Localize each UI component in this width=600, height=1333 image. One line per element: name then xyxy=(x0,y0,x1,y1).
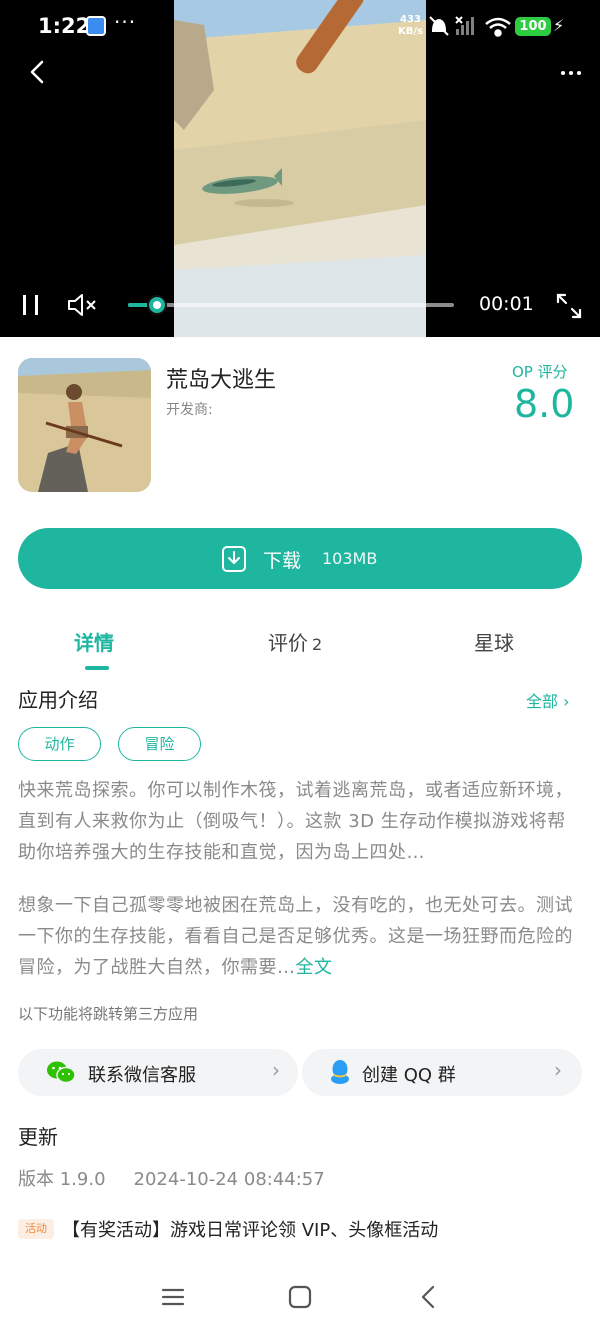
download-size: 103MB xyxy=(322,549,378,568)
network-speed-unit: KB/s xyxy=(398,26,423,37)
chevron-right-icon: › xyxy=(272,1058,280,1082)
home-button[interactable] xyxy=(285,1282,315,1312)
wechat-icon xyxy=(47,1061,76,1084)
intro-title: 应用介绍 xyxy=(18,688,98,712)
pause-icon xyxy=(23,295,38,315)
version-number: 版本 1.9.0 xyxy=(18,1169,106,1190)
tab-details[interactable]: 详情 xyxy=(74,627,114,656)
qq-icon xyxy=(331,1060,349,1084)
intro-paragraph-2: 想象一下自己孤零零地被困在荒岛上，没有吃的，也无处可去。测试一下你的生存技能，看… xyxy=(18,890,584,983)
menu-icon xyxy=(161,1288,185,1306)
status-icons xyxy=(428,14,512,44)
wechat-service-button[interactable]: 联系微信客服 › xyxy=(18,1049,298,1096)
intro-paragraph-1: 快来荒岛探索。你可以制作木筏，试着逃离荒岛，或者适应新环境，直到有人来救你为止（… xyxy=(18,780,573,863)
tab-planet-label: 星球 xyxy=(474,631,514,655)
no-signal-icon xyxy=(455,16,474,35)
tag-action[interactable]: 动作 xyxy=(18,727,101,761)
status-bar: 1:22 ··· 433 KB/s 100 ⚡ xyxy=(0,0,600,56)
see-all-link[interactable]: 全部 › xyxy=(526,688,570,712)
mute-bell-icon xyxy=(429,16,449,36)
notification-app-icon xyxy=(86,16,106,36)
pause-button[interactable] xyxy=(20,292,42,318)
network-speed-value: 433 xyxy=(400,14,421,25)
back-arrow-icon xyxy=(421,1285,435,1309)
tab-details-label: 详情 xyxy=(74,631,114,655)
download-icon xyxy=(222,546,246,572)
status-time: 1:22 xyxy=(38,14,91,38)
download-label: 下载 xyxy=(263,550,302,572)
home-square-icon xyxy=(288,1285,312,1309)
video-progress-bar[interactable] xyxy=(128,295,454,315)
app-name: 荒岛大逃生 xyxy=(166,368,277,393)
rating-value: 8.0 xyxy=(514,382,575,426)
qq-group-button[interactable]: 创建 QQ 群 › xyxy=(302,1049,582,1096)
download-button[interactable]: 下载 103MB xyxy=(18,528,582,589)
muted-speaker-icon xyxy=(68,294,96,316)
recent-apps-button[interactable] xyxy=(158,1282,188,1312)
more-notifications-icon: ··· xyxy=(114,10,137,34)
battery-indicator: 100 xyxy=(515,17,551,36)
tab-reviews-count: 2 xyxy=(312,635,323,654)
network-speed: 433 KB/s xyxy=(398,14,423,38)
update-title: 更新 xyxy=(18,1125,58,1149)
mute-button[interactable] xyxy=(66,292,100,318)
chevron-right-icon: › xyxy=(554,1058,562,1082)
more-options-button[interactable] xyxy=(556,58,586,88)
video-progress-knob[interactable] xyxy=(147,295,168,315)
video-player[interactable]: 1:22 ··· 433 KB/s 100 ⚡ 00:01 xyxy=(0,0,600,337)
active-tab-indicator xyxy=(85,666,109,670)
chevron-left-icon xyxy=(30,60,44,84)
activity-badge: 活动 xyxy=(18,1219,54,1239)
app-icon xyxy=(18,358,151,492)
charging-icon: ⚡ xyxy=(553,16,565,35)
qq-group-label: 创建 QQ 群 xyxy=(362,1065,456,1086)
third-party-note: 以下功能将跳转第三方应用 xyxy=(18,1005,199,1023)
fullscreen-icon xyxy=(556,293,582,319)
tag-adventure[interactable]: 冒险 xyxy=(118,727,201,761)
wifi-icon xyxy=(485,17,511,37)
update-date: 2024-10-24 08:44:57 xyxy=(133,1169,325,1190)
video-elapsed-time: 00:01 xyxy=(479,293,534,315)
tab-planet[interactable]: 星球 xyxy=(474,627,514,656)
full-text-link[interactable]: 全文 xyxy=(296,957,333,978)
tab-reviews-label: 评价 xyxy=(268,631,308,655)
system-back-button[interactable] xyxy=(414,1282,444,1312)
activity-link[interactable]: 【有奖活动】游戏日常评论领 VIP、头像框活动 xyxy=(62,1216,438,1242)
rating-label: OP 评分 xyxy=(512,363,568,381)
back-button[interactable] xyxy=(22,56,54,88)
version-line: 版本 1.9.0 2024-10-24 08:44:57 xyxy=(18,1165,325,1191)
wechat-service-label: 联系微信客服 xyxy=(88,1065,196,1086)
tab-reviews[interactable]: 评价 2 xyxy=(268,627,322,656)
video-controls: 00:01 xyxy=(0,285,600,325)
fullscreen-button[interactable] xyxy=(554,291,584,321)
developer-label: 开发商: xyxy=(166,402,213,418)
more-dots-icon xyxy=(561,71,581,75)
system-navigation-bar xyxy=(0,1270,600,1333)
